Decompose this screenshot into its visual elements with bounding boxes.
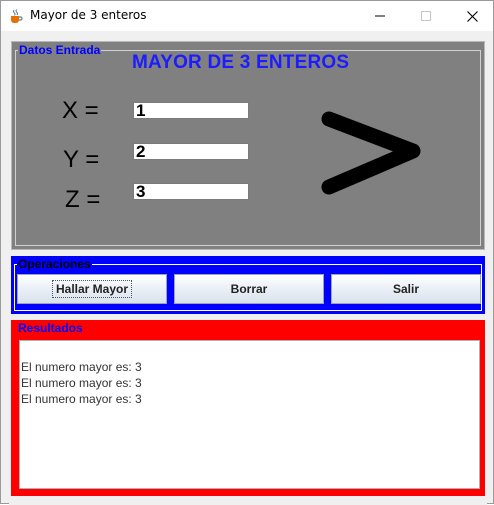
label-y: Y = xyxy=(63,146,100,173)
hallar-mayor-label: Hallar Mayor xyxy=(51,280,133,298)
panel-legend-operaciones: Operaciones xyxy=(17,257,92,271)
panel-legend-datos: Datos Entrada xyxy=(18,43,102,57)
salir-label: Salir xyxy=(392,282,419,296)
label-z: Z = xyxy=(65,186,101,213)
salir-button[interactable]: Salir xyxy=(331,274,481,304)
result-line: El numero mayor es: 3 xyxy=(21,392,142,406)
result-line: El numero mayor es: 3 xyxy=(21,360,142,374)
page-title: MAYOR DE 3 ENTEROS xyxy=(132,52,350,73)
maximize-icon xyxy=(421,11,431,21)
panel-datos-entrada: Datos Entrada MAYOR DE 3 ENTEROS X = Y =… xyxy=(11,41,485,250)
input-x[interactable] xyxy=(133,102,249,119)
maximize-button[interactable] xyxy=(403,1,449,31)
input-y[interactable] xyxy=(133,143,249,160)
window-title: Mayor de 3 enteros xyxy=(30,8,147,22)
close-icon xyxy=(466,10,478,22)
panel-resultados: Resultados El numero mayor es: 3 El nume… xyxy=(11,320,485,496)
result-line: El numero mayor es: 3 xyxy=(21,376,142,390)
minimize-icon xyxy=(375,15,385,17)
results-textarea[interactable]: El numero mayor es: 3 El numero mayor es… xyxy=(19,340,480,489)
greater-than-icon xyxy=(321,111,421,195)
panel-legend-resultados: Resultados xyxy=(17,321,84,335)
client-area: Datos Entrada MAYOR DE 3 ENTEROS X = Y =… xyxy=(9,39,487,505)
title-bar[interactable]: Mayor de 3 enteros xyxy=(1,1,493,31)
input-z[interactable] xyxy=(133,183,249,200)
close-button[interactable] xyxy=(449,1,494,31)
java-coffee-icon xyxy=(8,8,24,24)
panel-operaciones: Operaciones Hallar Mayor Borrar Salir xyxy=(11,256,485,314)
label-x: X = xyxy=(62,97,99,124)
borrar-button[interactable]: Borrar xyxy=(174,274,324,304)
borrar-label: Borrar xyxy=(230,282,268,296)
hallar-mayor-button[interactable]: Hallar Mayor xyxy=(17,274,167,304)
minimize-button[interactable] xyxy=(357,1,403,31)
app-window: Mayor de 3 enteros Datos Entrada MAYOR D… xyxy=(0,0,494,505)
